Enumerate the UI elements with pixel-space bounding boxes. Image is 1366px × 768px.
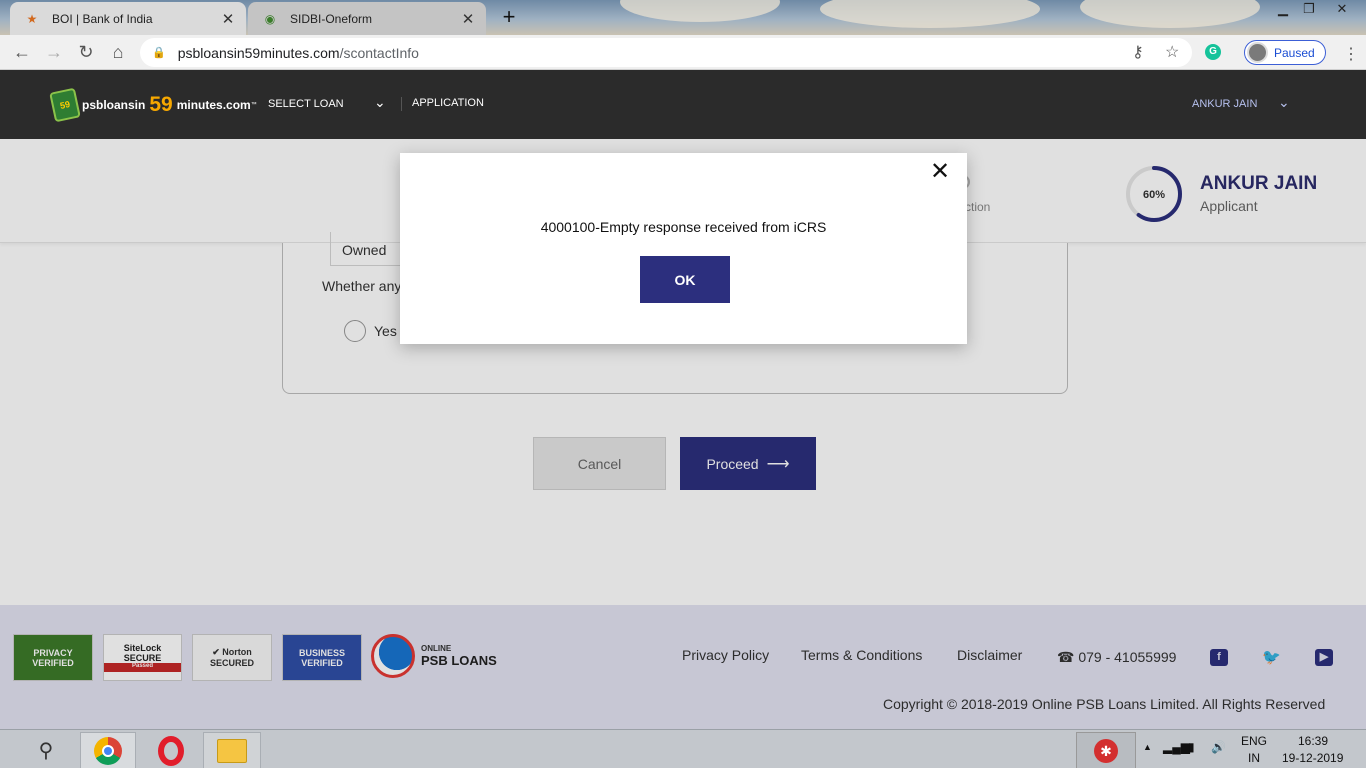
- url-path: /scontactInfo: [339, 44, 419, 61]
- chevron-down-icon[interactable]: ⌄: [1278, 94, 1290, 111]
- nav-application[interactable]: APPLICATION: [412, 97, 484, 109]
- search-icon[interactable]: ⚲: [28, 732, 64, 768]
- sidbi-favicon-icon: ◉: [264, 11, 276, 26]
- taskbar-chrome[interactable]: [80, 732, 136, 768]
- dialog-message: 4000100-Empty response received from iCR…: [540, 219, 827, 235]
- tab-title: SIDBI-Oneform: [290, 11, 373, 26]
- browser-tabstrip: ★ BOI | Bank of India ✕ ◉ SIDBI-Oneform …: [0, 0, 1366, 35]
- clock-date[interactable]: 19-12-2019: [1282, 751, 1343, 765]
- site-logo[interactable]: 59 psbloansin 59 minutes.com ™: [49, 87, 257, 123]
- logo-text-1: psbloansin: [82, 98, 146, 112]
- logo-text-2: 59: [149, 93, 173, 116]
- new-tab-icon[interactable]: +: [498, 4, 520, 30]
- clock-time[interactable]: 16:39: [1298, 734, 1328, 748]
- back-icon[interactable]: ←: [10, 41, 34, 63]
- taskbar-explorer[interactable]: [203, 732, 261, 768]
- lock-icon[interactable]: 🔒: [152, 46, 166, 59]
- logo-text-3: minutes.com: [176, 98, 251, 112]
- antivirus-icon: ✱: [1094, 738, 1118, 763]
- avatar: [1247, 42, 1268, 63]
- address-bar[interactable]: 🔒 psbloansin59minutes.com/scontactInfo: [140, 38, 1192, 67]
- ok-button[interactable]: OK: [640, 256, 730, 303]
- volume-icon[interactable]: 🔊: [1211, 740, 1226, 754]
- tab-sidbi-oneform[interactable]: ◉ SIDBI-Oneform ✕: [248, 2, 486, 35]
- home-icon[interactable]: ⌂: [106, 41, 130, 63]
- grammarly-icon[interactable]: G: [1205, 44, 1221, 60]
- close-icon[interactable]: ✕: [928, 160, 952, 185]
- site-header: 59 psbloansin 59 minutes.com ™ SELECT LOA…: [0, 70, 1366, 139]
- sky-cloud: [1080, 0, 1260, 28]
- star-icon[interactable]: ☆: [1165, 42, 1179, 62]
- language-bottom[interactable]: IN: [1248, 751, 1260, 765]
- boi-favicon-icon: ★: [26, 11, 38, 26]
- network-icon[interactable]: ▂▄▆: [1163, 740, 1190, 754]
- tab-close-icon[interactable]: ✕: [460, 10, 476, 28]
- logo-tm: ™: [250, 102, 257, 108]
- chrome-icon: [94, 736, 122, 765]
- tab-close-icon[interactable]: ✕: [220, 10, 236, 28]
- forward-icon[interactable]: →: [42, 41, 66, 63]
- battery-icon[interactable]: ▮: [1188, 740, 1195, 754]
- language-top[interactable]: ENG: [1241, 734, 1267, 748]
- sky-cloud: [820, 0, 1040, 28]
- tab-boi[interactable]: ★ BOI | Bank of India ✕: [10, 2, 246, 35]
- tab-title: BOI | Bank of India: [52, 11, 153, 26]
- taskbar-tray-app[interactable]: ✱: [1076, 732, 1136, 768]
- menu-icon[interactable]: ⋮: [1343, 44, 1359, 64]
- file-explorer-icon: [217, 738, 247, 763]
- window-close-icon[interactable]: ✕: [1322, 0, 1362, 20]
- opera-icon: [158, 735, 184, 766]
- nav-select-loan[interactable]: SELECT LOAN: [268, 98, 344, 110]
- browser-toolbar: ← → ↻ ⌂ 🔒 psbloansin59minutes.com/sconta…: [0, 35, 1366, 70]
- reload-icon[interactable]: ↻: [74, 41, 98, 63]
- url-host: psbloansin59minutes.com: [177, 44, 340, 61]
- chevron-down-icon[interactable]: ⌄: [374, 94, 386, 111]
- taskbar-opera[interactable]: [143, 732, 199, 768]
- sky-cloud: [620, 0, 780, 22]
- error-dialog: ✕ 4000100-Empty response received from i…: [400, 153, 967, 344]
- profile-button[interactable]: Paused: [1244, 40, 1326, 65]
- profile-label: Paused: [1274, 45, 1315, 60]
- logo-badge: 59: [49, 87, 81, 123]
- nav-divider: [401, 97, 402, 111]
- key-icon[interactable]: ⚷: [1132, 42, 1144, 62]
- restore-icon[interactable]: ❐: [1294, 0, 1324, 20]
- header-user-name[interactable]: ANKUR JAIN: [1192, 98, 1257, 110]
- tray-chevron-icon[interactable]: ▲: [1143, 742, 1152, 752]
- windows-taskbar: ⚲ ✱ ▲ ▂▄▆ ▮ 🔊 ENG IN 16:39 19-12-2019: [0, 729, 1366, 768]
